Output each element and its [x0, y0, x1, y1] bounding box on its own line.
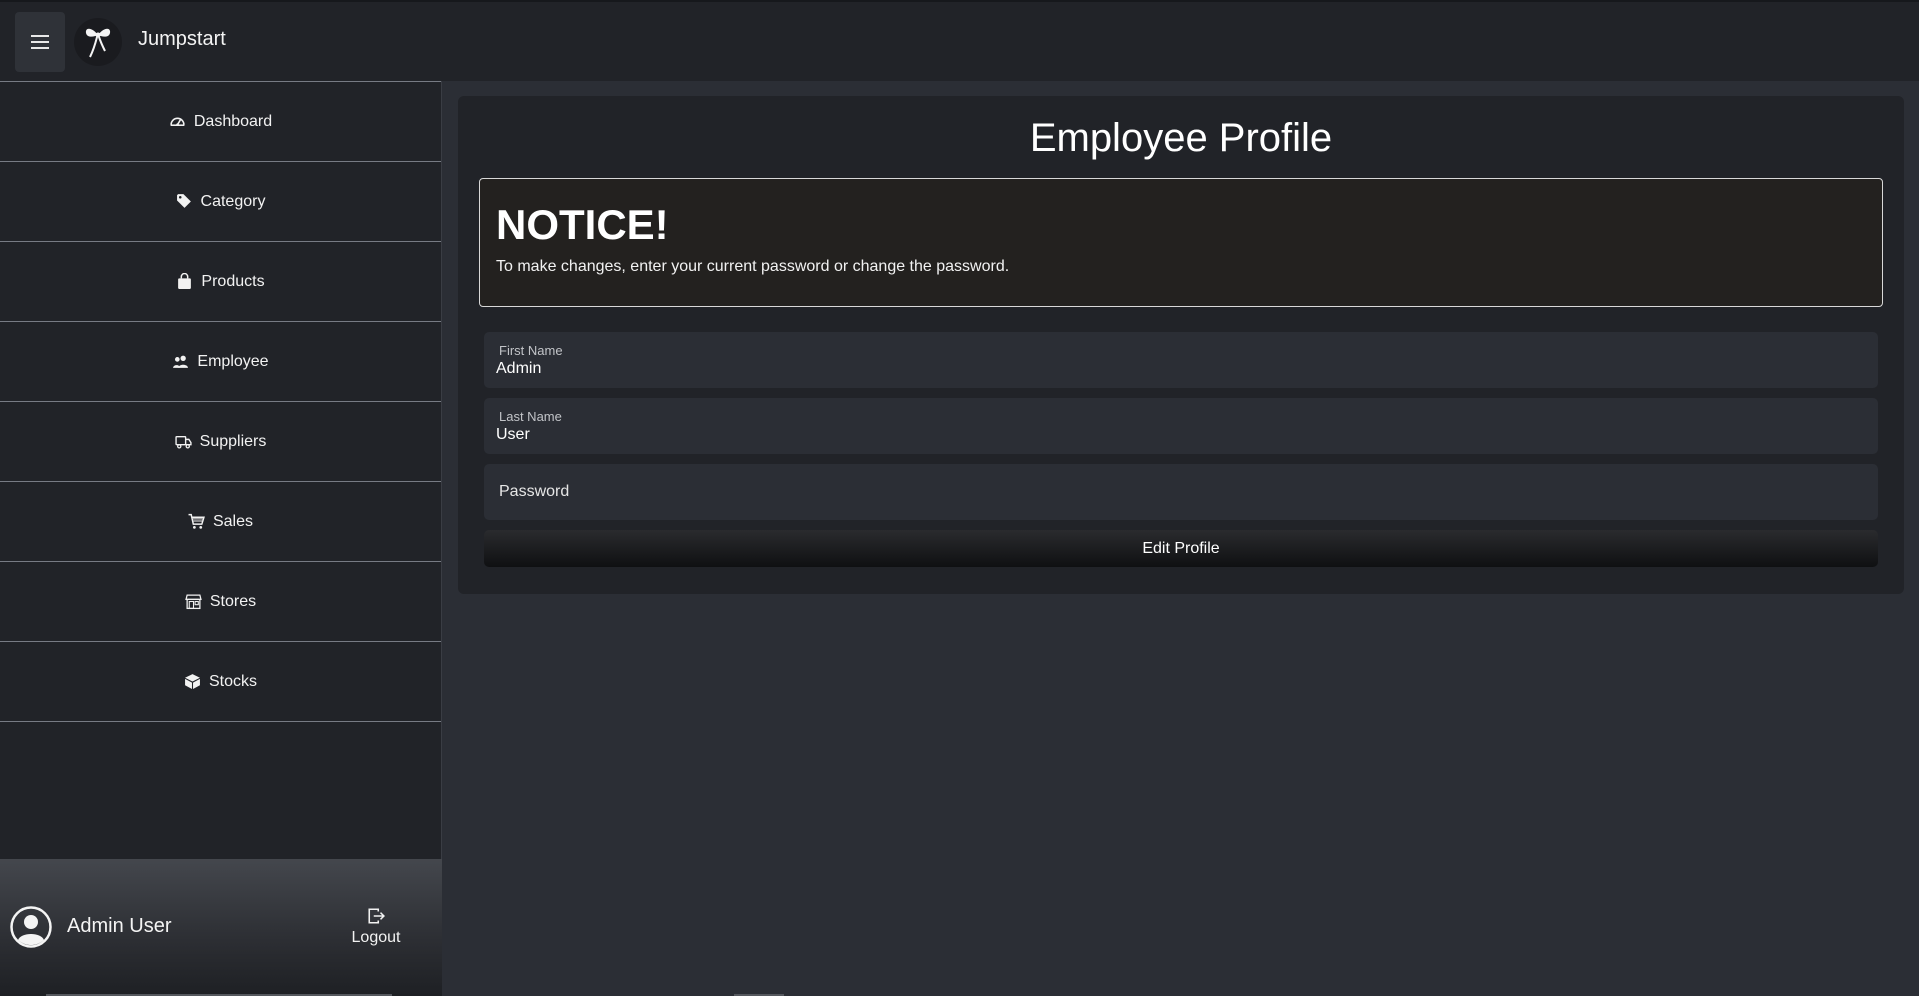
page-title: Employee Profile [1029, 116, 1333, 160]
tags-icon [176, 194, 191, 208]
last-name-input[interactable]: User [496, 426, 530, 444]
sidebar-item-label: Dashboard [193, 112, 273, 130]
brand-name[interactable]: Jumpstart [138, 28, 226, 51]
people-icon [173, 355, 189, 368]
last-name-field[interactable]: Last Name User [484, 398, 1878, 454]
first-name-field[interactable]: First Name Admin [484, 332, 1878, 388]
sidebar-item-suppliers[interactable]: Suppliers [0, 402, 441, 482]
speedometer-icon [170, 117, 185, 127]
first-name-label: First Name [499, 343, 563, 358]
box-icon [185, 674, 200, 689]
user-name: Admin User [67, 915, 172, 937]
edit-profile-button[interactable]: Edit Profile [484, 530, 1878, 567]
sidebar-item-label: Products [201, 272, 265, 290]
sidebar-item-dashboard[interactable]: Dashboard [0, 82, 441, 162]
cart-icon [188, 513, 205, 529]
sidebar-item-stores[interactable]: Stores [0, 562, 441, 642]
first-name-input[interactable]: Admin [496, 360, 541, 378]
hamburger-icon [31, 35, 49, 49]
sidebar-item-products[interactable]: Products [0, 242, 441, 322]
menu-toggle-button[interactable] [15, 12, 65, 72]
sidebar-item-label: Sales [212, 512, 254, 530]
bow-logo-icon [85, 28, 111, 58]
sidebar-nav: Dashboard Category Products Employee Sup… [0, 81, 441, 722]
sidebar-item-category[interactable]: Category [0, 162, 441, 242]
last-name-label: Last Name [499, 409, 562, 424]
password-input[interactable]: Password [499, 483, 569, 501]
sidebar-item-employee[interactable]: Employee [0, 322, 441, 402]
person-circle-icon [10, 906, 52, 948]
sidebar-item-label: Suppliers [199, 432, 267, 450]
shop-icon [185, 594, 202, 610]
user-panel: Admin User Logout [0, 859, 442, 996]
sidebar-item-label: Stores [209, 592, 257, 610]
sidebar: Dashboard Category Products Employee Sup… [0, 81, 442, 996]
sidebar-item-label: Category [200, 192, 266, 210]
top-bar: Jumpstart [0, 0, 1919, 81]
sidebar-item-sales[interactable]: Sales [0, 482, 441, 562]
logout-button[interactable]: Logout [346, 907, 406, 947]
box-arrow-right-icon [368, 908, 385, 924]
brand-logo[interactable] [74, 18, 122, 66]
notice-title: NOTICE! [496, 201, 669, 248]
profile-card: Employee Profile NOTICE! To make changes… [458, 96, 1904, 594]
password-field[interactable]: Password [484, 464, 1878, 520]
notice-box: NOTICE! To make changes, enter your curr… [479, 178, 1883, 307]
truck-icon [175, 436, 192, 449]
notice-text: To make changes, enter your current pass… [496, 258, 1010, 275]
logout-label: Logout [351, 929, 401, 946]
sidebar-item-label: Employee [197, 352, 269, 370]
bag-icon [178, 273, 192, 289]
sidebar-item-stocks[interactable]: Stocks [0, 642, 441, 722]
sidebar-item-label: Stocks [208, 672, 257, 690]
